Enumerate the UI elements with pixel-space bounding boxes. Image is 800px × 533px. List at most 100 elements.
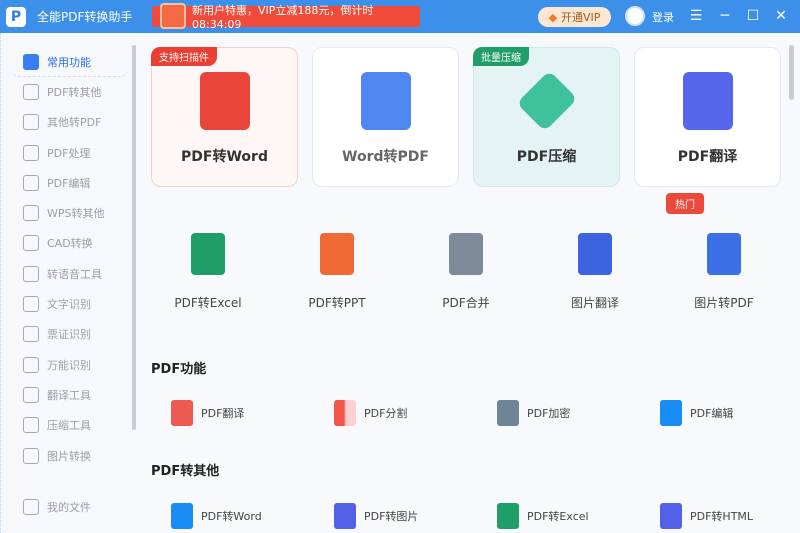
- sidebar-item-pdf-edit[interactable]: PDF编辑: [23, 172, 90, 194]
- card-pdf-compress[interactable]: PDF压缩 批量压缩: [473, 47, 620, 187]
- hot-badge: 热门: [666, 193, 704, 214]
- sidebar: 常用功能 PDF转其他 其他转PDF PDF处理 PDF编辑 WPS转其他 CA…: [0, 33, 136, 533]
- merge-icon: [449, 233, 483, 275]
- item-pdf-to-image[interactable]: PDF转图片: [334, 503, 418, 529]
- card-label: PDF压缩: [516, 149, 577, 165]
- tool-pdf-merge[interactable]: PDF合并: [403, 205, 529, 335]
- card-label: PDF转Word: [181, 149, 268, 165]
- item-pdf-encrypt[interactable]: PDF加密: [497, 400, 570, 426]
- card-word-to-pdf[interactable]: Word转PDF: [312, 47, 459, 187]
- tool-label: 图片转PDF: [694, 296, 754, 310]
- card-pdf-to-word[interactable]: PDF转Word 支持扫描件: [151, 47, 298, 187]
- wps-icon: [23, 205, 39, 221]
- scan-support-tag: 支持扫描件: [151, 47, 217, 66]
- split-icon: [334, 400, 356, 426]
- cad-icon: [23, 235, 39, 251]
- pen-icon: [660, 400, 682, 426]
- menu-icon[interactable]: ☰: [686, 6, 706, 26]
- image-pdf-icon: [707, 233, 741, 275]
- image-icon: [23, 448, 39, 464]
- pdf-icon: [23, 145, 39, 161]
- promo-banner[interactable]: 新用户特惠，VIP立减188元，倒计时 08:34:09: [152, 4, 420, 31]
- batch-compress-tag: 批量压缩: [473, 47, 529, 66]
- close-icon[interactable]: ✕: [771, 6, 791, 26]
- item-label: PDF转图片: [364, 510, 419, 523]
- sidebar-item-ocr[interactable]: 文字识别: [23, 293, 91, 315]
- card-pdf-translate[interactable]: PDF翻译: [634, 47, 781, 187]
- sidebar-item-my-files[interactable]: 我的文件: [23, 496, 91, 518]
- sidebar-item-other-to-pdf[interactable]: 其他转PDF: [23, 111, 101, 133]
- sidebar-item-translate[interactable]: 翻译工具: [23, 384, 91, 406]
- voice-icon: [23, 266, 39, 282]
- sidebar-item-voice[interactable]: 转语音工具: [23, 263, 102, 285]
- pdf-word-icon: [171, 503, 193, 529]
- sidebar-item-label: 翻译工具: [47, 389, 91, 402]
- sidebar-scrollbar[interactable]: [132, 45, 136, 430]
- sidebar-item-label: CAD转换: [47, 237, 93, 250]
- vip-label: 开通VIP: [561, 11, 601, 24]
- scan-icon: [23, 357, 39, 373]
- tool-label: 图片翻译: [570, 296, 619, 310]
- item-label: PDF转Excel: [527, 510, 589, 523]
- pdf-translate-icon: [682, 72, 733, 130]
- pdf-excel-icon: [497, 503, 519, 529]
- sidebar-item-pdf-process[interactable]: PDF处理: [23, 142, 90, 164]
- tool-image-to-pdf[interactable]: 图片转PDF: [661, 205, 787, 335]
- translate-icon: [23, 387, 39, 403]
- sidebar-item-label: 压缩工具: [47, 419, 91, 432]
- text-icon: [23, 296, 39, 312]
- tool-label: PDF转Excel: [174, 296, 242, 310]
- ppt-icon: [320, 233, 354, 275]
- pdf-translate-icon: [171, 400, 193, 426]
- item-label: PDF转Word: [201, 510, 262, 523]
- tool-pdf-to-ppt[interactable]: PDF转PPT: [274, 205, 400, 335]
- sidebar-item-label: 万能识别: [47, 359, 91, 372]
- tool-pdf-to-excel[interactable]: PDF转Excel: [145, 205, 271, 335]
- item-label: PDF分割: [364, 407, 408, 420]
- card-label: Word转PDF: [342, 149, 429, 165]
- sidebar-item-universal[interactable]: 万能识别: [23, 354, 91, 376]
- minimize-icon[interactable]: ─: [715, 6, 735, 26]
- avatar[interactable]: [625, 6, 645, 26]
- tool-image-translate[interactable]: 图片翻译: [532, 205, 658, 335]
- tool-label: PDF合并: [442, 296, 490, 310]
- item-pdf-split[interactable]: PDF分割: [334, 400, 407, 426]
- item-pdf-to-excel[interactable]: PDF转Excel: [497, 503, 589, 529]
- login-link[interactable]: 登录: [652, 9, 674, 25]
- word-pdf-icon: [360, 72, 411, 130]
- item-label: PDF编辑: [690, 407, 734, 420]
- sidebar-item-label: 票证识别: [47, 328, 91, 341]
- pdf-word-icon: [199, 72, 250, 130]
- lock-icon: [497, 400, 519, 426]
- compress-icon: [23, 417, 39, 433]
- vip-button[interactable]: ◆ 开通VIP: [538, 7, 611, 27]
- sidebar-item-label: 文字识别: [47, 298, 91, 311]
- app-logo-icon: P: [6, 6, 26, 27]
- sidebar-item-cad[interactable]: CAD转换: [23, 232, 93, 254]
- item-label: PDF加密: [527, 407, 571, 420]
- item-pdf-edit[interactable]: PDF编辑: [660, 400, 733, 426]
- excel-icon: [191, 233, 225, 275]
- gift-icon: [160, 3, 186, 29]
- sidebar-item-label: 转语音工具: [47, 268, 102, 281]
- sidebar-item-wps[interactable]: WPS转其他: [23, 202, 105, 224]
- item-pdf-to-html[interactable]: PDF转HTML: [660, 503, 753, 529]
- convert-icon: [23, 84, 39, 100]
- section-title-pdf-functions: PDF功能: [151, 362, 207, 377]
- sidebar-item-ticket[interactable]: 票证识别: [23, 323, 91, 345]
- sidebar-item-common[interactable]: 常用功能: [11, 47, 128, 77]
- sidebar-item-label: WPS转其他: [47, 207, 105, 220]
- image-translate-icon: [578, 233, 612, 275]
- maximize-icon[interactable]: ☐: [743, 6, 763, 26]
- sidebar-item-image[interactable]: 图片转换: [23, 445, 91, 467]
- sidebar-item-pdf-to-other[interactable]: PDF转其他: [23, 81, 101, 103]
- sidebar-item-compress[interactable]: 压缩工具: [23, 414, 91, 436]
- convert-icon: [23, 114, 39, 130]
- file-icon: [23, 499, 39, 515]
- sidebar-item-label: 图片转换: [47, 450, 91, 463]
- item-pdf-to-word[interactable]: PDF转Word: [171, 503, 262, 529]
- grid-icon: [23, 53, 39, 70]
- main-scrollbar[interactable]: [789, 45, 794, 100]
- sidebar-item-label: PDF编辑: [47, 177, 91, 190]
- item-pdf-translate[interactable]: PDF翻译: [171, 400, 244, 426]
